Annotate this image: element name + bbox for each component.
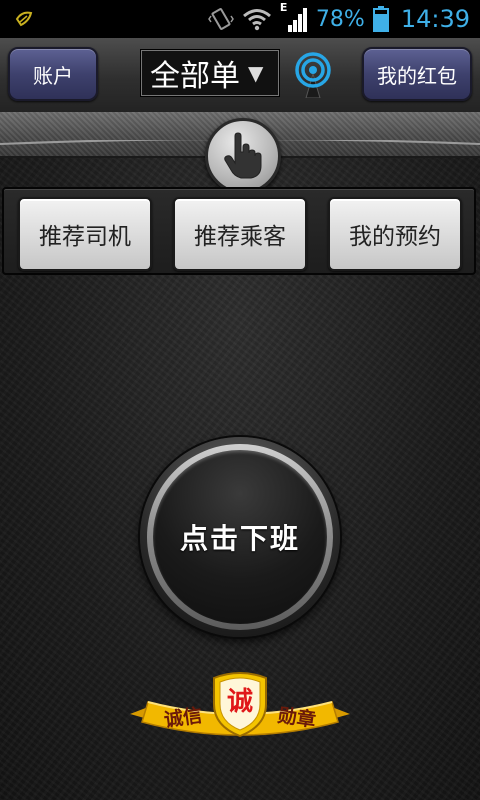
status-bar: E 78% 14:39 [0, 0, 480, 38]
integrity-medal-badge[interactable]: 诚 诚信 勋章 [126, 664, 354, 744]
dropdown-arrow-icon: ▼ [248, 61, 264, 85]
pull-handle[interactable] [205, 118, 281, 194]
cell-signal-icon: E [280, 1, 308, 33]
my-red-packet-button[interactable]: 我的红包 [362, 47, 472, 101]
broadcast-signal-icon[interactable] [293, 52, 333, 98]
tab-my-reservations[interactable]: 我的预约 [328, 197, 462, 271]
clock: 14:39 [400, 5, 470, 33]
clock-off-button[interactable]: 点击下班 [153, 450, 327, 624]
tab-recommend-passenger[interactable]: 推荐乘客 [173, 197, 307, 271]
tab-panel: 推荐司机 推荐乘客 我的预约 [2, 187, 476, 275]
order-filter-value: 全部单 [150, 59, 240, 94]
top-bar: 账户 全部单 ▼ 我的红包 [0, 38, 480, 113]
badge-center-text: 诚 [227, 687, 253, 717]
battery-icon [372, 6, 389, 32]
tab-recommend-driver[interactable]: 推荐司机 [18, 197, 152, 271]
wifi-icon [242, 9, 271, 31]
vibrate-icon [208, 8, 234, 30]
hand-pointer-icon [224, 132, 262, 179]
app-notification-icon [15, 11, 33, 27]
status-right: E 78% 14:39 [208, 1, 470, 36]
account-button[interactable]: 账户 [8, 47, 98, 101]
battery-percent: 78% [315, 6, 365, 32]
order-filter-select[interactable]: 全部单 ▼ [141, 50, 279, 96]
